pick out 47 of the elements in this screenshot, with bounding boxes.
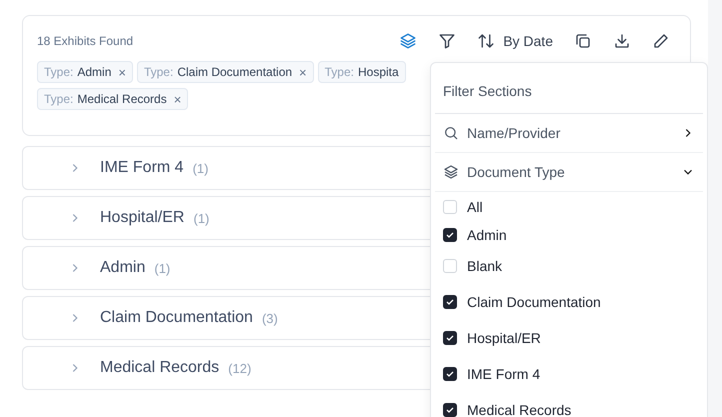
section-count: (1) — [193, 210, 210, 226]
tag-value: Claim Documentation — [177, 65, 292, 79]
copy-icon[interactable] — [574, 32, 592, 50]
remove-tag-button[interactable]: × — [296, 64, 307, 80]
download-icon[interactable] — [613, 32, 631, 50]
sort-button[interactable]: By Date — [477, 32, 553, 50]
layers-icon[interactable] — [399, 32, 418, 50]
option-label[interactable]: Claim Documentation — [467, 294, 601, 310]
section-title: Claim Documentation — [100, 309, 253, 327]
tag-prefix: Type: — [144, 65, 174, 79]
option-label[interactable]: Medical Records — [467, 402, 572, 417]
section-title: IME Form 4 — [100, 159, 184, 177]
exhibit-count: 18 Exhibits Found — [37, 34, 134, 48]
menu-title: Filter Sections — [435, 63, 703, 114]
section-count: (12) — [228, 360, 252, 376]
tag-value: Medical Records — [77, 92, 167, 106]
tag-value: Hospita — [358, 65, 399, 79]
section-count: (1) — [154, 260, 170, 276]
option-label[interactable]: All — [467, 199, 483, 215]
tag-prefix: Type: — [44, 92, 74, 106]
section-count: (3) — [262, 310, 278, 326]
checkbox[interactable] — [443, 403, 457, 417]
checkbox[interactable] — [443, 228, 457, 242]
option-label[interactable]: IME Form 4 — [467, 366, 540, 382]
layers-icon — [443, 164, 459, 180]
checkbox[interactable] — [443, 331, 457, 345]
section-title: Hospital/ER — [100, 209, 184, 227]
search-icon — [443, 125, 459, 141]
sort-icon — [477, 32, 496, 50]
edit-icon[interactable] — [652, 32, 670, 50]
group-label: Document Type — [467, 164, 566, 180]
remove-tag-button[interactable]: × — [115, 64, 126, 80]
filter-group[interactable]: Document Type — [435, 153, 703, 192]
option-label[interactable]: Blank — [467, 258, 502, 274]
tag-prefix: Type: — [44, 65, 74, 79]
filter-icon[interactable] — [438, 32, 456, 50]
tag-value: Admin — [77, 65, 112, 79]
tag-prefix: Type: — [324, 65, 354, 79]
option-label[interactable]: Admin — [467, 227, 507, 243]
filter-group[interactable]: Name/Provider — [435, 114, 703, 153]
section-title: Medical Records — [100, 359, 220, 377]
checkbox[interactable] — [443, 367, 457, 381]
group-label: Name/Provider — [467, 125, 562, 141]
section-title: Admin — [100, 259, 146, 277]
remove-tag-button[interactable]: × — [170, 92, 182, 106]
checkbox[interactable] — [443, 295, 457, 309]
section-count: (1) — [192, 160, 208, 176]
